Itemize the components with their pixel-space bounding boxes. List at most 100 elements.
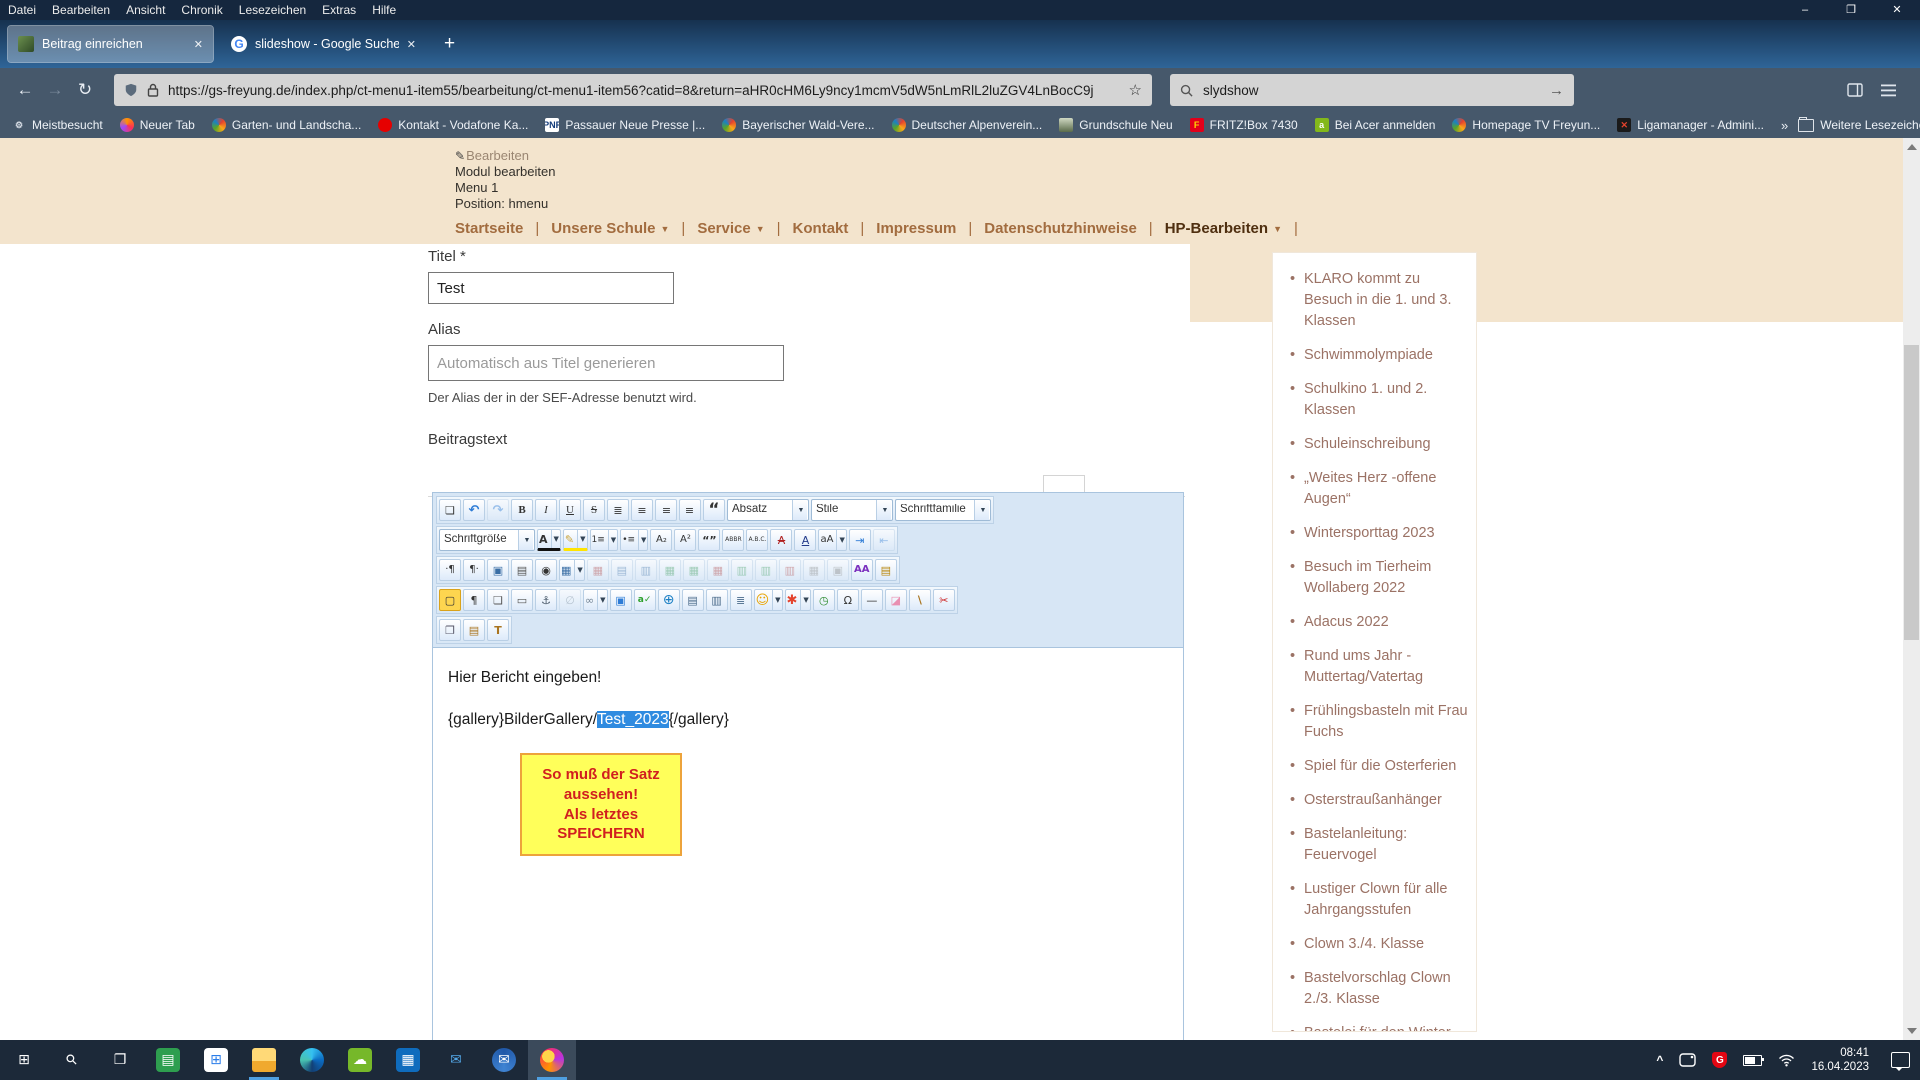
tab-google-suche[interactable]: G slideshow - Google Suche ✕ xyxy=(221,26,426,62)
align-center-button[interactable]: ≡ xyxy=(631,499,653,521)
delete-column-button[interactable]: ▥ xyxy=(779,559,801,581)
bold-button[interactable]: B xyxy=(511,499,533,521)
search-button[interactable]: ⚲ xyxy=(48,1040,96,1080)
sidebar-article-link[interactable]: Besuch im Tierheim Wollaberg 2022 xyxy=(1289,557,1468,599)
bookmark-meistbesucht[interactable]: ⚙ Meistbesucht xyxy=(12,118,103,132)
notification-center-icon[interactable] xyxy=(1891,1052,1910,1068)
bookmark-neuer-tab[interactable]: Neuer Tab xyxy=(120,118,195,132)
bookmark-pnp[interactable]: PNP Passauer Neue Presse |... xyxy=(545,118,705,132)
insert-text-button[interactable]: A xyxy=(794,529,816,551)
nav-impressum[interactable]: Impressum xyxy=(876,220,984,237)
align-justify-button[interactable]: ≣ xyxy=(607,499,629,521)
bookmark-alpenverein[interactable]: Deutscher Alpenverein... xyxy=(892,118,1043,132)
spellcheck-button[interactable]: a✓ xyxy=(634,589,656,611)
url-text[interactable]: https://gs-freyung.de/index.php/ct-menu1… xyxy=(168,83,1120,98)
sidebar-article-link[interactable]: Lustiger Clown für alle Jahrgangsstufen xyxy=(1289,879,1468,921)
delete-row-button[interactable]: ▦ xyxy=(707,559,729,581)
sidebar-article-link[interactable]: „Weites Herz -offene Augen“ xyxy=(1289,468,1468,510)
edge-browser-icon[interactable] xyxy=(288,1040,336,1080)
styles-select[interactable]: Stile▼ xyxy=(811,499,893,521)
menu-item[interactable]: Hilfe xyxy=(364,1,404,19)
sidebar-article-link[interactable]: Clown 3./4. Klasse xyxy=(1289,934,1468,955)
highlight-button[interactable]: ✎▼ xyxy=(563,529,588,551)
reload-button[interactable]: ↻ xyxy=(70,75,100,105)
form-button[interactable]: ≣ xyxy=(730,589,752,611)
green-cloud-app-icon[interactable]: ☁ xyxy=(336,1040,384,1080)
sidebar-article-link[interactable]: Osterstraußanhänger xyxy=(1289,790,1468,811)
nav-unsere-schule[interactable]: Unsere Schule ▼ xyxy=(551,220,697,237)
sidebar-article-link[interactable]: Adacus 2022 xyxy=(1289,612,1468,633)
store-app-icon[interactable]: ⊞ xyxy=(192,1040,240,1080)
subscript-button[interactable]: A₂ xyxy=(650,529,672,551)
visual-chars-button[interactable]: ¶ xyxy=(463,589,485,611)
bookmark-bayerischer-wald[interactable]: Bayerischer Wald-Vere... xyxy=(722,118,874,132)
split-cells-button[interactable]: ▦ xyxy=(803,559,825,581)
cut-button[interactable]: ✂ xyxy=(933,589,955,611)
font-size-select[interactable]: Schriftgröße▼ xyxy=(439,529,535,551)
joomla-content-button[interactable]: ✱▼ xyxy=(785,589,811,611)
bookmark-star-icon[interactable]: ☆ xyxy=(1129,81,1142,99)
module-edit-link[interactable]: Modul bearbeiten xyxy=(455,164,555,180)
bookmark-grundschule[interactable]: Grundschule Neu xyxy=(1059,118,1172,132)
copy-button[interactable]: ❐ xyxy=(439,619,461,641)
delete-text-button[interactable]: A xyxy=(770,529,792,551)
insert-row-above-button[interactable]: ▦ xyxy=(659,559,681,581)
nav-service[interactable]: Service ▼ xyxy=(697,220,792,237)
nav-hp-bearbeiten[interactable]: HP-Bearbeiten ▼ xyxy=(1165,220,1310,237)
menu-item[interactable]: Datei xyxy=(0,1,44,19)
eraser-button[interactable]: ◪ xyxy=(885,589,907,611)
sidebar-article-link[interactable]: Bastelvorschlag Clown 2./3. Klasse xyxy=(1289,968,1468,1010)
bookmark-garten[interactable]: Garten- und Landscha... xyxy=(212,118,361,132)
sidebar-article-link[interactable]: KLARO kommt zu Besuch in die 1. und 3. K… xyxy=(1289,269,1468,332)
align-right-button[interactable]: ≡ xyxy=(679,499,701,521)
sidebar-article-link[interactable]: Frühlingsbasteln mit Frau Fuchs xyxy=(1289,701,1468,743)
scrollbar-thumb[interactable] xyxy=(1904,345,1919,640)
rtl-paragraph-button[interactable]: ¶· xyxy=(463,559,485,581)
sidebar-toggle-icon[interactable] xyxy=(1847,83,1863,97)
outdent-button[interactable]: ⇤ xyxy=(873,529,895,551)
media-globe-button[interactable]: ⊕ xyxy=(658,589,680,611)
firefox-icon[interactable] xyxy=(528,1040,576,1080)
abbreviation-button[interactable]: ABBR xyxy=(722,529,744,551)
paste-button[interactable]: ▤ xyxy=(463,619,485,641)
start-button[interactable]: ⊞ xyxy=(0,1040,48,1080)
insert-row-below-button[interactable]: ▦ xyxy=(683,559,705,581)
sidebar-article-link[interactable]: Bastelanleitung: Feuervogel xyxy=(1289,824,1468,866)
blockquote-button[interactable]: “ xyxy=(703,499,725,521)
special-character-button[interactable]: Ω xyxy=(837,589,859,611)
insert-column-left-button[interactable]: ▥ xyxy=(731,559,753,581)
fullscreen-button[interactable]: ▣ xyxy=(487,559,509,581)
back-button[interactable]: ← xyxy=(10,75,40,105)
search-bar[interactable]: → xyxy=(1170,74,1574,106)
table-cell-properties-button[interactable]: ▥ xyxy=(635,559,657,581)
lock-icon[interactable] xyxy=(147,83,159,97)
template-button[interactable]: ▥ xyxy=(706,589,728,611)
unlink-button[interactable]: ∅ xyxy=(559,589,581,611)
tray-expand-chevron-icon[interactable]: ^ xyxy=(1656,1053,1663,1067)
paste-as-text-button[interactable]: T xyxy=(487,619,509,641)
insert-column-right-button[interactable]: ▥ xyxy=(755,559,777,581)
sidebar-article-link[interactable]: Wintersporttag 2023 xyxy=(1289,523,1468,544)
bookmark-vodafone[interactable]: Kontakt - Vodafone Ka... xyxy=(378,118,528,132)
bookmark-acer[interactable]: a Bei Acer anmelden xyxy=(1315,118,1436,132)
bookmark-ligamanager[interactable]: ✕ Ligamanager - Admini... xyxy=(1617,118,1764,132)
menu-item[interactable]: Lesezeichen xyxy=(231,1,314,19)
nav-kontakt[interactable]: Kontakt xyxy=(793,220,877,237)
thunderbird-icon[interactable]: ✉ xyxy=(480,1040,528,1080)
insert-datetime-button[interactable]: ◷ xyxy=(813,589,835,611)
restore-button[interactable]: ❐ xyxy=(1828,0,1874,20)
sidebar-article-link[interactable]: Schwimmolympiade xyxy=(1289,345,1468,366)
sidebar-article-link[interactable]: Spiel für die Osterferien xyxy=(1289,756,1468,777)
sidebar-article-link[interactable]: Schulkino 1. und 2. Klassen xyxy=(1289,379,1468,421)
sidebar-article-link[interactable]: Schuleinschreibung xyxy=(1289,434,1468,455)
green-book-app-icon[interactable]: ▤ xyxy=(144,1040,192,1080)
scroll-up-icon[interactable] xyxy=(1907,144,1917,150)
undo-button[interactable]: ↶ xyxy=(463,499,485,521)
sidebar-article-link[interactable]: Bastelei für den Winter xyxy=(1289,1023,1468,1032)
sidebar-article-link[interactable]: Rund ums Jahr - Muttertag/Vatertag xyxy=(1289,646,1468,688)
mail-app-icon[interactable]: ✉ xyxy=(432,1040,480,1080)
nav-datenschutzhinweise[interactable]: Datenschutzhinweise xyxy=(984,220,1164,237)
menu-item[interactable]: Extras xyxy=(314,1,364,19)
horizontal-rule-button[interactable]: — xyxy=(861,589,883,611)
emoticons-button[interactable]: ☺▼ xyxy=(754,589,783,611)
